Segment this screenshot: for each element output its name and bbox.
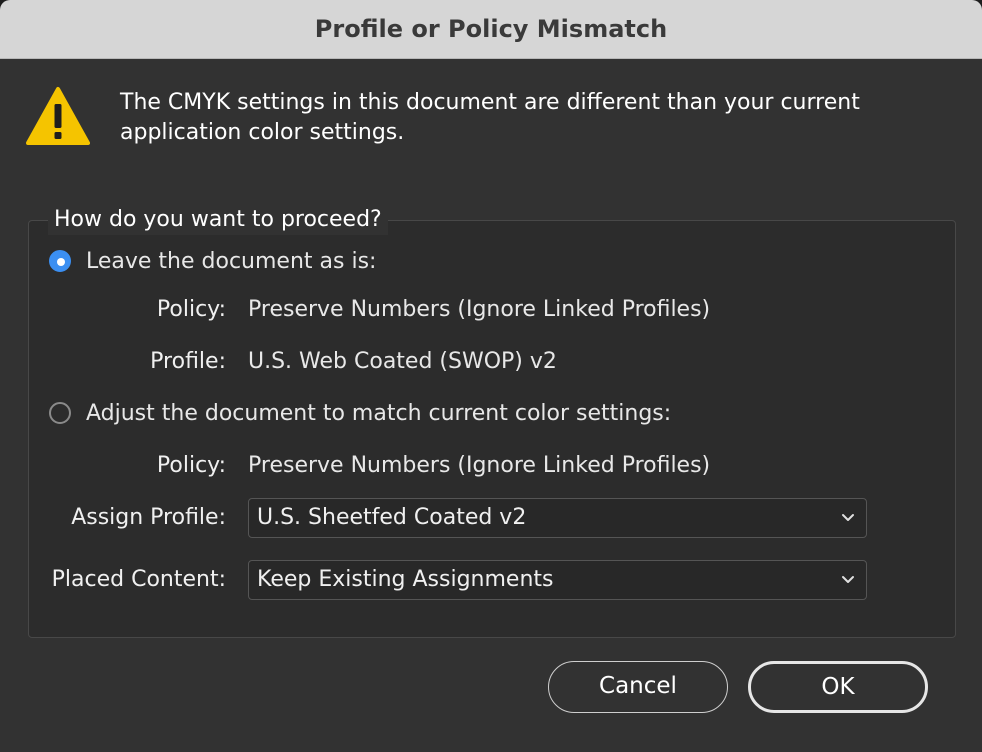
assign-profile-value: U.S. Sheetfed Coated v2 <box>257 505 527 530</box>
radio-leave-document[interactable] <box>49 250 71 272</box>
adjust-policy-label: Policy: <box>156 453 226 478</box>
cancel-button[interactable]: Cancel <box>548 661 728 713</box>
leave-profile-label: Profile: <box>150 349 226 374</box>
ok-button[interactable]: OK <box>748 661 928 713</box>
leave-profile-value: U.S. Web Coated (SWOP) v2 <box>248 349 557 374</box>
title-bar[interactable]: Profile or Policy Mismatch <box>0 0 982 59</box>
radio-adjust-document[interactable] <box>49 402 71 424</box>
placed-content-select[interactable]: Keep Existing Assignments <box>248 560 867 600</box>
warning-triangle-icon <box>26 87 90 145</box>
chevron-down-icon <box>842 514 854 521</box>
placed-content-label: Placed Content: <box>51 567 226 592</box>
chevron-down-icon <box>842 576 854 583</box>
placed-content-value: Keep Existing Assignments <box>257 567 554 592</box>
assign-profile-label: Assign Profile: <box>71 505 226 530</box>
leave-policy-value: Preserve Numbers (Ignore Linked Profiles… <box>248 297 711 322</box>
warning-message: The CMYK settings in this document are d… <box>120 90 860 145</box>
dialog-title: Profile or Policy Mismatch <box>314 15 668 43</box>
group-legend: How do you want to proceed? <box>48 205 388 235</box>
adjust-policy-value: Preserve Numbers (Ignore Linked Profiles… <box>248 453 711 478</box>
assign-profile-select[interactable]: U.S. Sheetfed Coated v2 <box>248 498 867 538</box>
radio-leave-document-label[interactable]: Leave the document as is: <box>86 247 376 277</box>
radio-selected-dot <box>57 258 65 266</box>
leave-policy-label: Policy: <box>156 297 226 322</box>
profile-mismatch-dialog: Profile or Policy Mismatch The CMYK sett… <box>0 0 982 752</box>
radio-adjust-document-label[interactable]: Adjust the document to match current col… <box>86 399 671 429</box>
